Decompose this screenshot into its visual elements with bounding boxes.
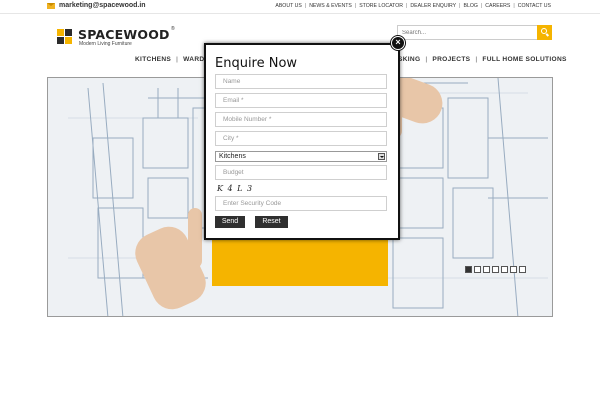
divider: | xyxy=(406,3,408,9)
spacewood-logo[interactable]: SPACEWOOD ® Modern Living Furniture xyxy=(57,26,177,48)
security-code-field[interactable]: Enter Security Code xyxy=(215,196,387,211)
slider-dot[interactable] xyxy=(465,266,472,273)
enquire-modal: Enquire Now Name Email * Mobile Number *… xyxy=(204,43,400,240)
city-field[interactable]: City * xyxy=(215,131,387,146)
send-button[interactable]: Send xyxy=(215,216,245,228)
mobile-field[interactable]: Mobile Number * xyxy=(215,112,387,127)
search-box xyxy=(397,25,553,40)
logo-tagline: Modern Living Furniture xyxy=(79,41,132,47)
nav-kitchens[interactable]: KITCHENS xyxy=(135,56,171,63)
slider-dot[interactable] xyxy=(501,266,508,273)
divider: | xyxy=(176,56,179,63)
link-news-events[interactable]: NEWS & EVENTS xyxy=(309,3,352,9)
link-dealer-enquiry[interactable]: DEALER ENQUIRY xyxy=(410,3,456,9)
nav-desking[interactable]: SKING xyxy=(398,56,420,63)
link-about-us[interactable]: ABOUT US xyxy=(275,3,301,9)
search-input[interactable] xyxy=(397,25,538,40)
main-nav-right: SKING | PROJECTS | FULL HOME SOLUTIONS xyxy=(398,56,567,66)
divider: | xyxy=(480,3,483,9)
nav-full-home-solutions[interactable]: FULL HOME SOLUTIONS xyxy=(482,56,566,63)
top-bar: marketing@spacewood.in ABOUT US | NEWS & … xyxy=(0,0,600,14)
close-icon[interactable]: × xyxy=(391,36,405,50)
slider-dot[interactable] xyxy=(474,266,481,273)
main-nav-left: KITCHENS | WARD xyxy=(135,56,204,66)
link-contact-us[interactable]: CONTACT US xyxy=(518,3,551,9)
nav-projects[interactable]: PROJECTS xyxy=(432,56,470,63)
budget-field[interactable]: Budget xyxy=(215,165,387,180)
registered-mark: ® xyxy=(171,26,175,32)
search-icon-handle xyxy=(545,33,550,37)
slider-dot[interactable] xyxy=(519,266,526,273)
link-blog[interactable]: BLOG xyxy=(464,3,478,9)
link-store-locator[interactable]: STORE LOCATOR xyxy=(359,3,403,9)
reset-button[interactable]: Reset xyxy=(255,216,288,228)
category-select-value: Kitchens xyxy=(219,153,246,160)
envelope-icon xyxy=(47,2,55,9)
divider: | xyxy=(304,3,307,9)
slider-dot[interactable] xyxy=(510,266,517,273)
chevron-down-icon xyxy=(378,153,385,160)
divider: | xyxy=(425,56,428,63)
category-select[interactable]: Kitchens xyxy=(215,151,387,162)
divider: | xyxy=(459,3,461,9)
captcha-image: K 4 L 3 xyxy=(217,184,254,193)
email-text[interactable]: marketing@spacewood.in xyxy=(59,2,146,9)
email-contact[interactable]: marketing@spacewood.in xyxy=(47,2,146,9)
email-field[interactable]: Email * xyxy=(215,93,387,108)
left-finger-graphic xyxy=(188,208,202,268)
nav-wardrobes[interactable]: WARD xyxy=(183,56,204,63)
divider: | xyxy=(475,56,478,63)
divider: | xyxy=(354,3,357,9)
link-careers[interactable]: CAREERS xyxy=(485,3,510,9)
search-button[interactable] xyxy=(537,25,552,40)
divider: | xyxy=(513,3,515,9)
top-links: ABOUT US | NEWS & EVENTS | STORE LOCATOR | … xyxy=(275,3,551,9)
slider-dot[interactable] xyxy=(492,266,499,273)
modal-title: Enquire Now xyxy=(215,56,298,71)
logo-mark-icon xyxy=(57,29,73,45)
logo-brand: SPACEWOOD xyxy=(78,27,170,42)
name-field[interactable]: Name xyxy=(215,74,387,89)
slider-dots xyxy=(465,266,526,273)
slider-dot[interactable] xyxy=(483,266,490,273)
